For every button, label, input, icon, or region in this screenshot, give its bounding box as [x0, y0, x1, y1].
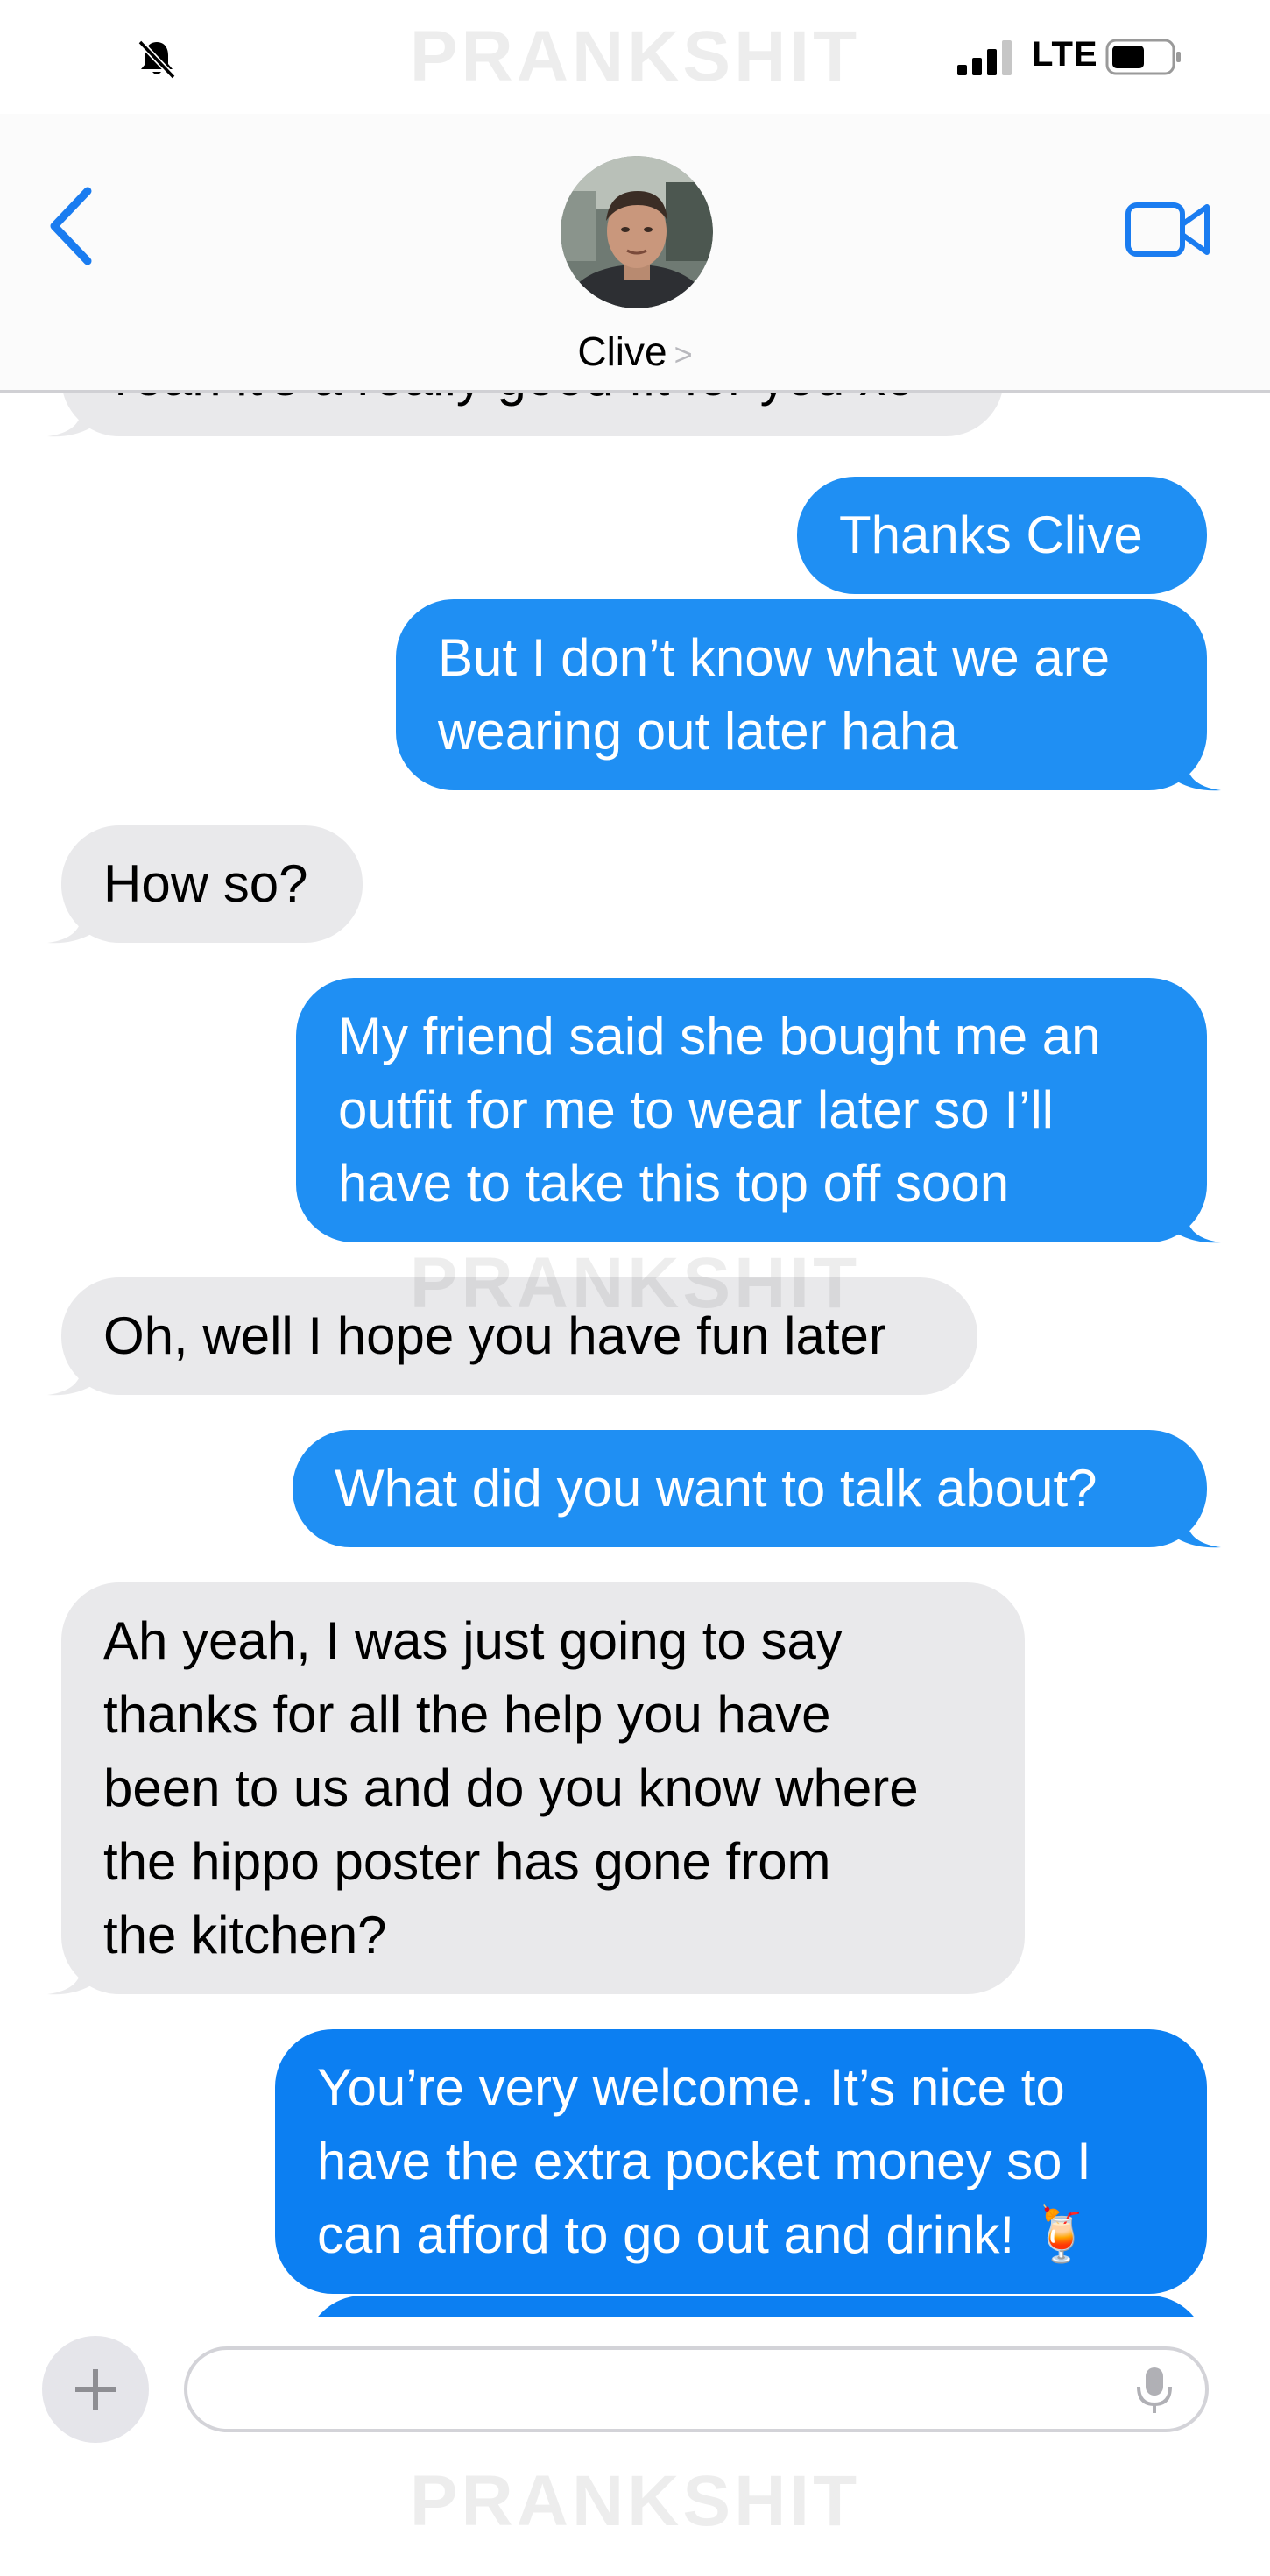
network-label: LTE: [1032, 35, 1098, 74]
message-text: But I don’t know what we are: [438, 628, 1111, 687]
message-bubble-outgoing: But I don’t know what we are wearing out…: [396, 599, 1221, 791]
message-bubble-outgoing: You’re very welcome. It’s nice to have t…: [275, 2029, 1207, 2294]
message-bubble-incoming: How so?: [47, 825, 363, 944]
back-chevron-icon[interactable]: [46, 186, 98, 266]
bubble-tail: [47, 398, 91, 437]
message-text: outfit for me to wear later so I’ll: [338, 1080, 1054, 1139]
contact-name-button[interactable]: Clive >: [0, 328, 1270, 375]
battery-icon: [1105, 39, 1181, 75]
message-bubble-incoming: Ah yeah, I was just going to say thanks …: [47, 1582, 1025, 1995]
message-text: the hippo poster has gone from: [103, 1832, 831, 1891]
message-bubble-outgoing-partial: [305, 2296, 1207, 2317]
bubble-tail: [47, 904, 91, 944]
message-text: Ah yeah, I was just going to say: [103, 1611, 843, 1670]
message-text: the kitchen?: [103, 1906, 387, 1964]
message-text: Thanks Clive: [839, 506, 1143, 564]
message-text: have the extra pocket money so I: [317, 2132, 1091, 2190]
message-text: Oh, well I hope you have fun later: [103, 1306, 886, 1365]
microphone-icon[interactable]: [1135, 2366, 1174, 2415]
bubble-tail: [1177, 1509, 1221, 1548]
message-bubble-incoming: Oh, well I hope you have fun later: [47, 1277, 977, 1396]
message-bubble-outgoing: My friend said she bought me an outfit f…: [296, 978, 1221, 1243]
bubble-tail: [47, 1956, 91, 1995]
message-text: How so?: [103, 854, 308, 913]
compose-bar: [0, 2317, 1270, 2457]
message-text: have to take this top off soon: [338, 1154, 1010, 1213]
message-list[interactable]: Yeah it's a really good fit for you xo T…: [0, 393, 1270, 2317]
bubble-tail: [1177, 752, 1221, 791]
status-bar: LTE: [0, 0, 1270, 114]
message-text: You’re very welcome. It’s nice to: [317, 2058, 1065, 2117]
message-text: thanks for all the help you have: [103, 1685, 831, 1744]
message-text: What did you want to talk about?: [335, 1459, 1097, 1518]
message-text: wearing out later haha: [438, 702, 958, 761]
message-bubble-outgoing: What did you want to talk about?: [293, 1430, 1221, 1548]
contact-name: Clive: [577, 329, 667, 374]
video-camera-icon[interactable]: [1125, 198, 1212, 261]
plus-icon[interactable]: [42, 2336, 149, 2443]
message-text: My friend said she bought me an: [338, 1007, 1101, 1065]
bubble-tail: [47, 1356, 91, 1396]
message-bubble-incoming: Yeah it's a really good fit for you xo: [47, 393, 1004, 437]
bell-slash-icon: [138, 39, 176, 80]
avatar[interactable]: [561, 156, 713, 308]
message-input[interactable]: [184, 2346, 1209, 2432]
chevron-right-icon: >: [674, 336, 693, 372]
bubble-tail: [1177, 1204, 1221, 1243]
watermark-bottom: PRANKSHIT: [409, 2461, 861, 2541]
message-text: Yeah it's a really good fit for you xo: [103, 393, 962, 414]
message-text: been to us and do you know where: [103, 1759, 919, 1817]
signal-icon: [957, 40, 1012, 75]
message-bubble-outgoing: Thanks Clive: [797, 477, 1207, 594]
message-text: can afford to go out and drink! 🍹: [317, 2205, 1095, 2264]
conversation-header: Clive >: [0, 114, 1270, 393]
